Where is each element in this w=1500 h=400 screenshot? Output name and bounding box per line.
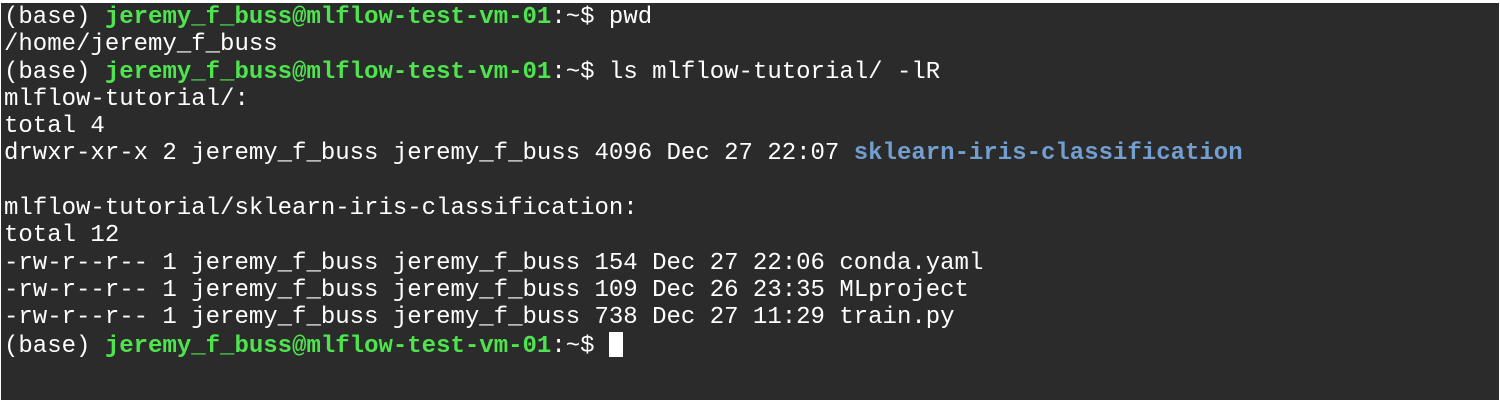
- prompt-user-host: jeremy_f_buss@mlflow-test-vm-01: [104, 332, 552, 360]
- directory-listing-line: drwxr-xr-x 2 jeremy_f_buss jeremy_f_buss…: [4, 140, 1243, 167]
- output-line: total 12: [4, 222, 120, 250]
- terminal-cursor[interactable]: [608, 331, 623, 357]
- blank-line: [4, 168, 1243, 195]
- terminal-output: (base) jeremy_f_buss@mlflow-test-vm-01:~…: [4, 4, 1243, 360]
- prompt-line: (base) jeremy_f_buss@mlflow-test-vm-01:~…: [4, 331, 1243, 360]
- prompt-path: :~$: [551, 332, 609, 360]
- output-line: -rw-r--r-- 1 jeremy_f_buss jeremy_f_buss…: [4, 249, 984, 277]
- prompt-user-host: jeremy_f_buss@mlflow-test-vm-01: [104, 4, 552, 31]
- prompt-line: (base) jeremy_f_buss@mlflow-test-vm-01:~…: [4, 59, 1243, 86]
- prompt-env: (base): [4, 58, 105, 86]
- output-line: mlflow-tutorial/sklearn-iris-classificat…: [4, 195, 638, 223]
- directory-name: sklearn-iris-classification: [853, 140, 1243, 168]
- terminal-screen[interactable]: (base) jeremy_f_buss@mlflow-test-vm-01:~…: [1, 3, 1499, 400]
- output-line: -rw-r--r-- 1 jeremy_f_buss jeremy_f_buss…: [4, 304, 955, 332]
- terminal-window: (base) jeremy_f_buss@mlflow-test-vm-01:~…: [0, 0, 1500, 400]
- prompt-env: (base): [4, 4, 105, 31]
- prompt-path: :~$: [551, 58, 609, 86]
- output-line: total 4: [4, 113, 105, 141]
- output-line: mlflow-tutorial/:: [4, 85, 249, 113]
- command-text: pwd: [608, 4, 653, 31]
- listing-details: drwxr-xr-x 2 jeremy_f_buss jeremy_f_buss…: [4, 140, 854, 168]
- command-text: ls mlflow-tutorial/ -lR: [608, 58, 941, 86]
- prompt-user-host: jeremy_f_buss@mlflow-test-vm-01: [104, 58, 552, 86]
- prompt-env: (base): [4, 332, 105, 360]
- output-line: -rw-r--r-- 1 jeremy_f_buss jeremy_f_buss…: [4, 276, 969, 304]
- prompt-path: :~$: [551, 4, 609, 31]
- prompt-line: (base) jeremy_f_buss@mlflow-test-vm-01:~…: [4, 4, 1243, 31]
- output-line: /home/jeremy_f_buss: [4, 31, 278, 59]
